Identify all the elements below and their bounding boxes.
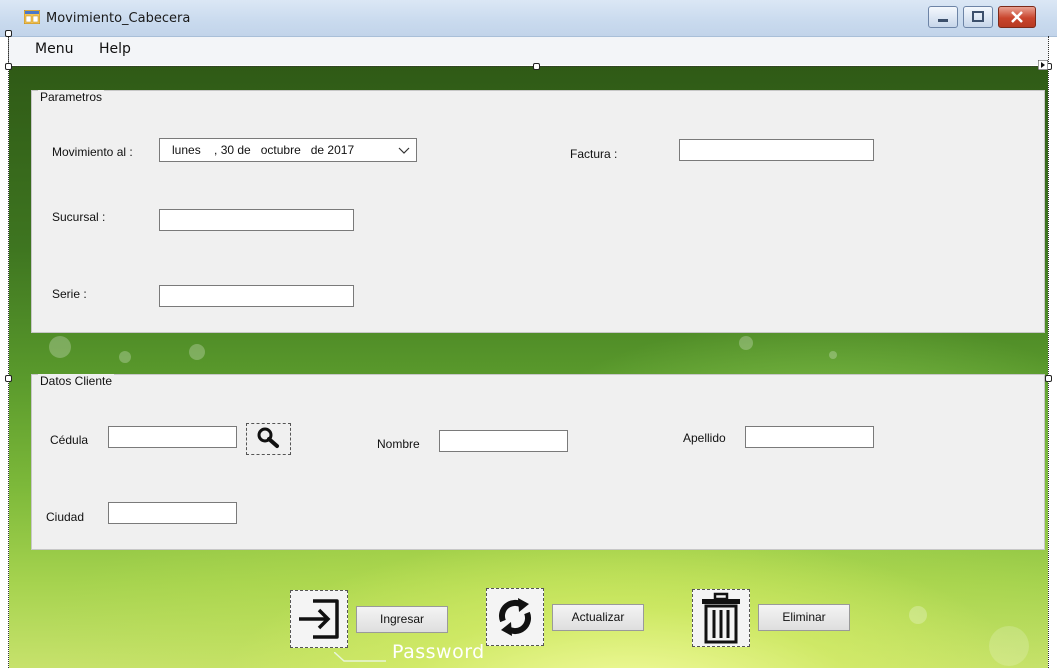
apellido-label: Apellido	[683, 431, 726, 445]
bokeh-light	[119, 351, 131, 363]
date-value: lunes , 30 de octubre de 2017	[172, 143, 355, 157]
serie-label: Serie :	[52, 287, 87, 301]
window-title: Movimiento_Cabecera	[46, 11, 191, 26]
bokeh-light	[739, 336, 753, 350]
nombre-field[interactable]	[439, 430, 568, 452]
bokeh-light	[189, 344, 205, 360]
cedula-field[interactable]	[108, 426, 237, 448]
trash-icon	[702, 592, 740, 644]
search-icon	[257, 427, 279, 448]
movimiento-label: Movimiento al :	[52, 145, 133, 159]
form-background: Parametros Movimiento al : lunes , 30 de…	[9, 66, 1048, 668]
app-window: Movimiento_Cabecera Menu Help Parametros…	[0, 0, 1057, 668]
datos-cliente-group-title: Datos Cliente	[38, 374, 115, 388]
background-password-text: Password	[392, 641, 485, 663]
maximize-icon	[972, 11, 984, 22]
actualizar-button[interactable]: Actualizar	[552, 604, 644, 631]
bokeh-light	[49, 336, 71, 358]
movimiento-date-picker[interactable]: lunes , 30 de octubre de 2017	[159, 138, 417, 162]
background-decoration-line	[334, 652, 386, 662]
bokeh-light	[829, 351, 837, 359]
apellido-field[interactable]	[745, 426, 874, 448]
ingresar-button[interactable]: Ingresar	[356, 606, 448, 633]
resize-handle[interactable]	[1045, 375, 1052, 382]
menu-item-help[interactable]: Help	[99, 41, 131, 57]
chevron-down-icon	[398, 147, 410, 154]
sucursal-field[interactable]	[159, 209, 354, 231]
login-arrow-icon	[299, 599, 339, 639]
ciudad-label: Ciudad	[46, 510, 85, 524]
designer-frame-left	[8, 36, 9, 668]
resize-handle[interactable]	[5, 375, 12, 382]
actualizar-icon-button[interactable]	[486, 588, 544, 646]
bokeh-light	[909, 606, 927, 624]
refresh-icon	[499, 598, 531, 636]
close-icon	[1011, 11, 1023, 23]
minimize-button[interactable]	[928, 6, 958, 28]
factura-label: Factura :	[570, 147, 618, 161]
ingresar-icon-button[interactable]	[290, 590, 348, 648]
bokeh-light	[989, 626, 1029, 666]
resize-handle[interactable]	[5, 30, 12, 37]
eliminar-icon-button[interactable]	[692, 589, 750, 647]
resize-handle[interactable]	[533, 63, 540, 70]
form-icon	[24, 10, 40, 24]
smart-tag-icon[interactable]	[1038, 60, 1048, 70]
ciudad-field[interactable]	[108, 502, 237, 524]
menu-item-menu[interactable]: Menu	[35, 41, 73, 57]
nombre-label: Nombre	[377, 437, 420, 451]
serie-field[interactable]	[159, 285, 354, 307]
cedula-label: Cédula	[50, 433, 89, 447]
maximize-button[interactable]	[963, 6, 993, 28]
sucursal-label: Sucursal :	[52, 210, 106, 224]
minimize-icon	[938, 19, 948, 22]
menu-bar: Menu Help	[8, 37, 1049, 65]
factura-field[interactable]	[679, 139, 874, 161]
designer-frame-top	[8, 66, 1049, 67]
designer-frame-right	[1048, 36, 1049, 668]
parametros-group: Parametros Movimiento al : lunes , 30 de…	[31, 90, 1045, 333]
resize-handle[interactable]	[5, 63, 12, 70]
close-button[interactable]	[998, 6, 1036, 28]
datos-cliente-group: Datos Cliente Cédula Nombre Apellido Ciu…	[31, 374, 1045, 550]
title-bar: Movimiento_Cabecera	[0, 0, 1057, 37]
parametros-group-title: Parametros	[38, 90, 105, 104]
eliminar-button[interactable]: Eliminar	[758, 604, 850, 631]
search-cedula-button[interactable]	[246, 423, 291, 455]
